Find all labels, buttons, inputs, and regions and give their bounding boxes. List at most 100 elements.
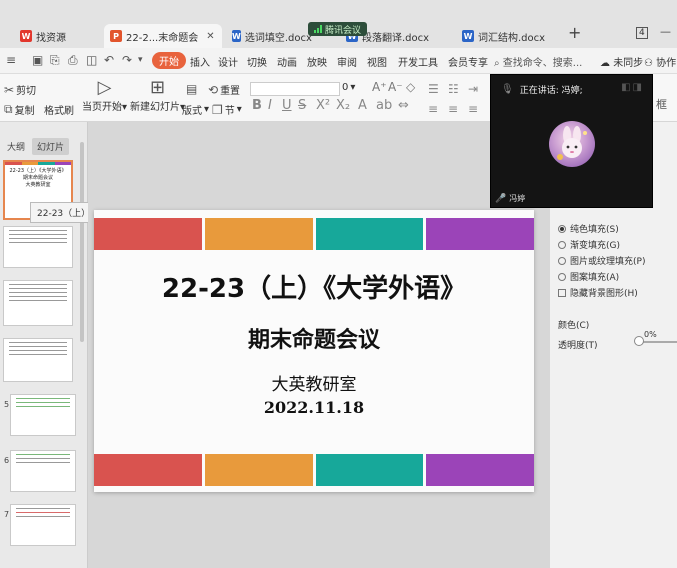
transparency-slider-handle[interactable] bbox=[634, 336, 644, 346]
number-list-icon[interactable]: ☷ bbox=[448, 82, 459, 96]
menu-slideshow[interactable]: 放映 bbox=[307, 54, 327, 69]
char-spacing-icon[interactable]: ⇔ bbox=[398, 98, 409, 113]
indent-icon[interactable]: ⇥ bbox=[468, 82, 478, 96]
tab-bar: W 找资源 P 22-2...末命题会 ✕ W 选词填空.docx W 段落翻译… bbox=[0, 0, 677, 48]
tab-doc-fill[interactable]: W 选词填空.docx bbox=[226, 24, 316, 48]
window-controls[interactable]: ◧◨ bbox=[621, 82, 644, 93]
format-painter-button[interactable]: 格式刷 bbox=[44, 102, 74, 117]
font-size-select[interactable]: 0 ▾ bbox=[342, 82, 355, 93]
copy-icon: ⧉ bbox=[4, 102, 13, 116]
speaker-video-window[interactable]: 🎙 正在讲话: 冯婷; ◧◨ 🎤 冯婷 bbox=[490, 74, 653, 208]
redo-icon[interactable]: ↷ bbox=[122, 53, 132, 67]
tab-resources[interactable]: W 找资源 bbox=[14, 24, 96, 48]
preview-icon[interactable]: ◫ bbox=[86, 53, 97, 67]
undo-icon[interactable]: ↶ bbox=[104, 53, 114, 67]
italic-icon[interactable]: I bbox=[268, 98, 272, 113]
highlight-icon[interactable]: ab bbox=[376, 98, 392, 113]
slide[interactable]: 22-23（上）《大学外语》 期末命题会议 大英教研室 2022.11.18 bbox=[94, 210, 534, 492]
chevron-down-icon[interactable]: ▾ bbox=[138, 55, 143, 65]
bottom-color-band bbox=[94, 454, 534, 486]
font-family-select[interactable] bbox=[250, 82, 340, 96]
font-color-icon[interactable]: A bbox=[358, 98, 367, 113]
align-right-icon[interactable]: ≡ bbox=[468, 102, 478, 116]
menu-insert[interactable]: 插入 bbox=[190, 54, 210, 69]
slide-thumbnail-6[interactable] bbox=[10, 450, 76, 492]
slide-thumbnail-2[interactable] bbox=[3, 226, 73, 268]
menu-start[interactable]: 开始 bbox=[152, 52, 186, 69]
tab-outline[interactable]: 大纲 bbox=[2, 138, 30, 155]
transparency-label: 透明度(T) bbox=[558, 341, 598, 351]
option-label: 隐藏背景图形(H) bbox=[570, 289, 638, 299]
align-center-icon[interactable]: ≡ bbox=[448, 102, 458, 116]
checkbox-icon bbox=[558, 288, 566, 297]
superscript-icon[interactable]: X² bbox=[316, 98, 330, 113]
slide-org[interactable]: 大英教研室 bbox=[94, 370, 534, 395]
hide-bg-option[interactable]: 隐藏背景图形(H) bbox=[558, 286, 638, 299]
section-icon: ❐ bbox=[212, 102, 223, 117]
menu-dev-tools[interactable]: 开发工具 bbox=[398, 54, 438, 69]
collab-button[interactable]: ⚇ 协作 bbox=[644, 54, 676, 69]
fill-gradient-option[interactable]: 渐变填充(G) bbox=[558, 238, 620, 251]
textbox-icon[interactable]: 框 bbox=[656, 96, 667, 112]
clear-format-icon[interactable]: ◇ bbox=[406, 80, 415, 94]
slide-subtitle[interactable]: 期末命题会议 bbox=[94, 322, 534, 354]
slide-number: 5 bbox=[4, 400, 10, 409]
menu-design[interactable]: 设计 bbox=[218, 54, 238, 69]
slide-date[interactable]: 2022.11.18 bbox=[94, 398, 534, 417]
align-left-icon[interactable]: ≡ bbox=[428, 102, 438, 116]
menu-view[interactable]: 视图 bbox=[367, 54, 387, 69]
print-icon[interactable]: ⎙ bbox=[68, 53, 78, 68]
slide-thumbnail-3[interactable] bbox=[3, 280, 73, 326]
bullet-list-icon[interactable]: ☰ bbox=[428, 82, 439, 96]
section-button[interactable]: ❐ 节 ▾ bbox=[212, 102, 242, 118]
new-tab-icon[interactable]: + bbox=[568, 23, 581, 42]
underline-icon[interactable]: U bbox=[282, 98, 292, 113]
play-current-button[interactable]: ▷ 当页开始▾ bbox=[82, 78, 127, 114]
speaking-indicator: 🎙 正在讲话: 冯婷; bbox=[501, 83, 583, 96]
open-icon[interactable]: ⎘ bbox=[50, 53, 60, 68]
thumbnail-title: 22-23（上）《大学外语》 期末命题会议 大英教研室 bbox=[9, 168, 67, 188]
reset-button[interactable]: ⟲ 重置 bbox=[208, 82, 240, 98]
tab-doc-vocab[interactable]: W 词汇结构.docx bbox=[456, 24, 556, 48]
new-slide-button[interactable]: ⊞ 新建幻灯片▾ bbox=[130, 78, 185, 114]
save-icon[interactable]: ▣ bbox=[32, 53, 43, 67]
meeting-indicator[interactable]: 腾讯会议 bbox=[308, 22, 368, 36]
sync-status[interactable]: ☁ 未同步 bbox=[600, 54, 643, 69]
layout-button[interactable]: 版式 ▾ bbox=[182, 102, 209, 117]
participant-name-label: 冯婷 bbox=[509, 194, 526, 203]
scrollbar[interactable] bbox=[80, 142, 84, 342]
copy-label: 复制 bbox=[14, 106, 35, 117]
fill-picture-option[interactable]: 图片或纹理填充(P) bbox=[558, 254, 645, 267]
menu-animation[interactable]: 动画 bbox=[277, 54, 297, 69]
cloud-icon: ☁ bbox=[600, 58, 610, 69]
bold-icon[interactable]: B bbox=[252, 98, 262, 113]
menu-bar: ≡ 文件 ▣ ⎘ ⎙ ◫ ↶ ↷ ▾ 开始 插入 设计 切换 动画 放映 审阅 … bbox=[0, 48, 677, 74]
transparency-slider[interactable] bbox=[640, 341, 677, 343]
menu-member[interactable]: 会员专享 bbox=[448, 54, 488, 69]
slide-thumbnail-5[interactable] bbox=[10, 394, 76, 436]
slide-title[interactable]: 22-23（上）《大学外语》 bbox=[94, 268, 534, 305]
shrink-font-icon[interactable]: A⁻ bbox=[388, 80, 403, 94]
grow-font-icon[interactable]: A⁺ bbox=[372, 80, 387, 94]
tab-slides[interactable]: 幻灯片 bbox=[32, 138, 70, 155]
fill-pattern-option[interactable]: 图案填充(A) bbox=[558, 270, 619, 283]
copy-button[interactable]: ⧉ 复制 bbox=[4, 102, 35, 117]
search-command[interactable]: ⌕ 查找命令、搜索... bbox=[494, 54, 582, 69]
slide-thumbnail-4[interactable] bbox=[3, 338, 73, 382]
cut-button[interactable]: ✂ 剪切 bbox=[4, 82, 36, 98]
slide-thumbnail-7[interactable] bbox=[10, 504, 76, 546]
menu-toggle-icon[interactable]: ≡ bbox=[6, 53, 16, 67]
tab-presentation[interactable]: P 22-2...末命题会 ✕ bbox=[104, 24, 222, 48]
menu-review[interactable]: 审阅 bbox=[337, 54, 357, 69]
strikethrough-icon[interactable]: S bbox=[298, 98, 306, 113]
menu-transition[interactable]: 切换 bbox=[247, 54, 267, 69]
layout-icon-button[interactable]: ▤ bbox=[186, 82, 197, 96]
minimize-icon[interactable]: — bbox=[660, 25, 671, 38]
fill-solid-option[interactable]: 纯色填充(S) bbox=[558, 222, 619, 235]
close-icon[interactable]: ✕ bbox=[206, 31, 214, 42]
sync-label: 未同步 bbox=[613, 58, 644, 69]
subscript-icon[interactable]: X₂ bbox=[336, 98, 350, 113]
tab-count-badge[interactable]: 4 bbox=[636, 27, 648, 39]
participant-name: 🎤 冯婷 bbox=[495, 193, 525, 204]
chevron-down-icon: ▾ bbox=[350, 82, 356, 93]
